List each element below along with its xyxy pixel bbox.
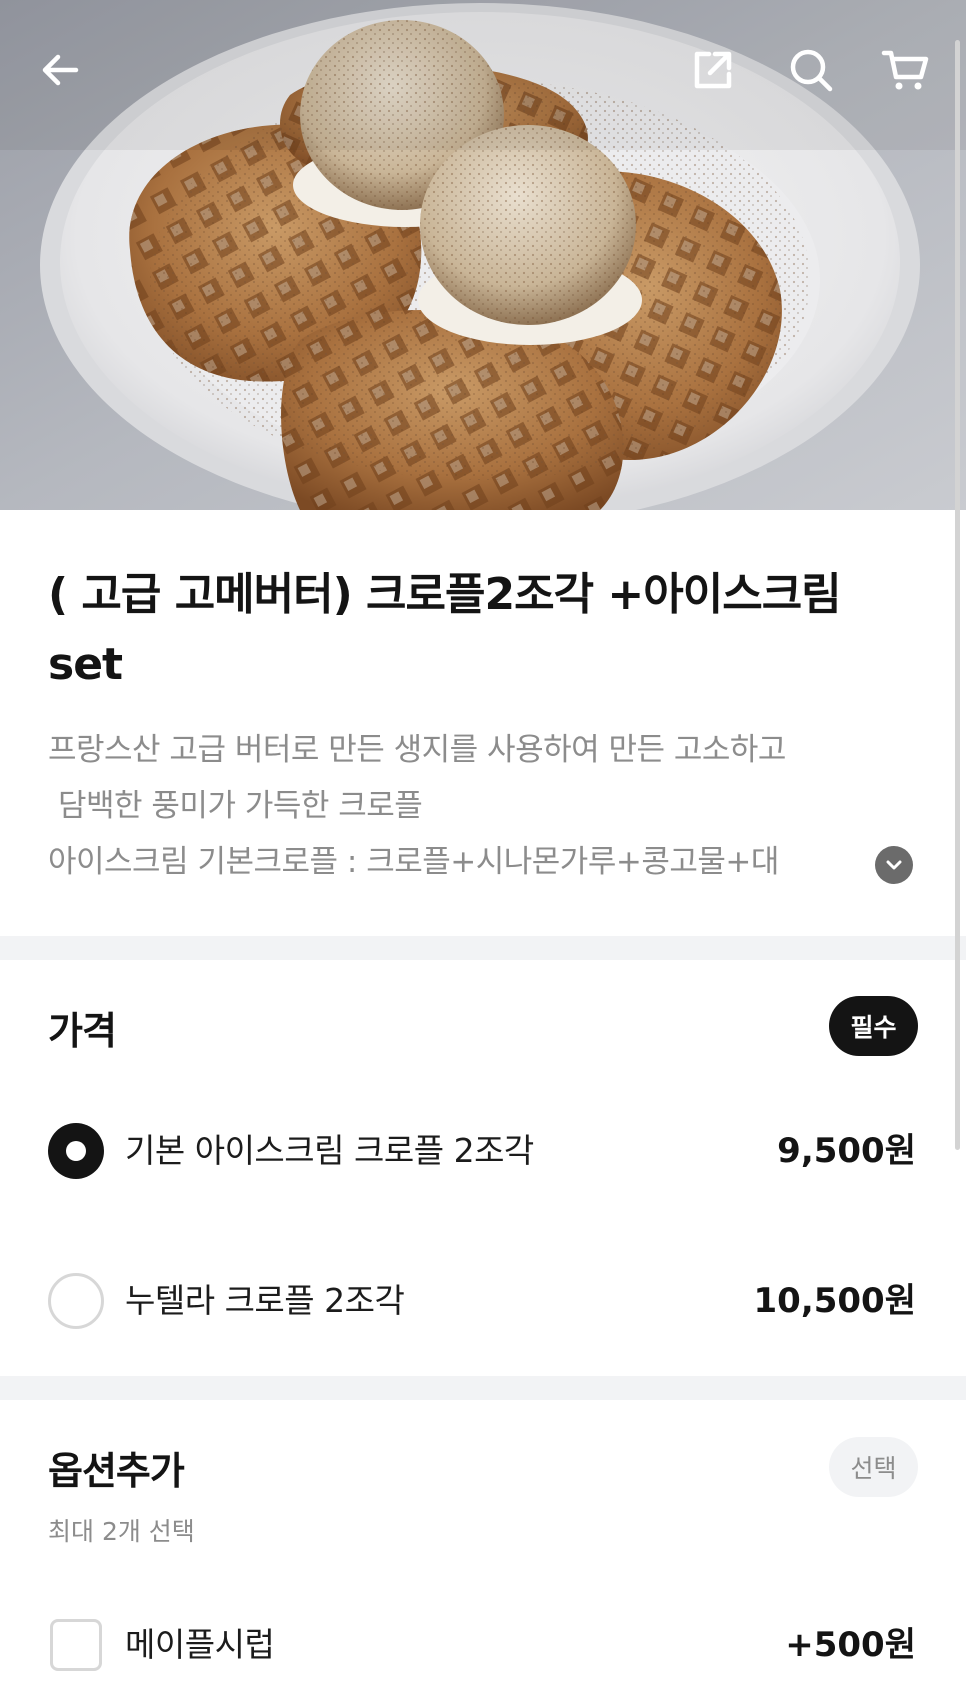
required-badge: 필수 (829, 996, 918, 1056)
optional-badge: 선택 (829, 1437, 918, 1497)
section-divider (0, 936, 966, 960)
product-title: ( 고급 고메버터) 크로플2조각 +아이스크림set (48, 569, 842, 690)
chevron-down-icon[interactable] (875, 846, 913, 884)
section-divider (0, 1376, 966, 1400)
price-option-nutella[interactable]: 누텔라 크로플 2조각 10,500원 (0, 1246, 966, 1356)
description-line: 아이스크림 기본크로플 : 크로플+시나몬가루+콩고물+대 (48, 844, 779, 880)
price-option-basic[interactable]: 기본 아이스크림 크로플 2조각 9,500원 (0, 1096, 966, 1206)
product-description: 프랑스산 고급 버터로 만든 생지를 사용하여 만든 고소하고 담백한 풍미가 … (48, 722, 912, 890)
option-price: 9,500원 (777, 1131, 916, 1171)
scrollbar[interactable] (955, 40, 960, 1150)
radio-button-selected[interactable] (48, 1123, 104, 1179)
arrow-left-icon[interactable] (30, 40, 90, 100)
option-label: 기본 아이스크림 크로플 2조각 (125, 1131, 534, 1170)
options-subtitle: 최대 2개 선택 (48, 1517, 195, 1546)
checkbox[interactable] (50, 1619, 102, 1671)
top-navigation-bar (0, 0, 966, 140)
price-section-title: 가격 (48, 1009, 117, 1053)
option-price: +500원 (785, 1625, 916, 1665)
product-detail-screen: ( 고급 고메버터) 크로플2조각 +아이스크림set 프랑스산 고급 버터로 … (0, 0, 966, 1708)
description-line: 프랑스산 고급 버터로 만든 생지를 사용하여 만든 고소하고 (48, 732, 786, 768)
description-line: 담백한 풍미가 가득한 크로플 (58, 788, 423, 824)
option-label: 누텔라 크로플 2조각 (125, 1281, 405, 1320)
cart-icon[interactable] (875, 40, 935, 100)
add-option-maple-syrup[interactable]: 메이플시럽 +500원 (0, 1590, 966, 1700)
option-label: 메이플시럽 (125, 1625, 275, 1664)
radio-button[interactable] (48, 1273, 104, 1329)
options-section-title: 옵션추가 (48, 1449, 185, 1493)
search-icon[interactable] (781, 40, 841, 100)
share-icon[interactable] (683, 40, 743, 100)
option-price: 10,500원 (753, 1281, 916, 1321)
